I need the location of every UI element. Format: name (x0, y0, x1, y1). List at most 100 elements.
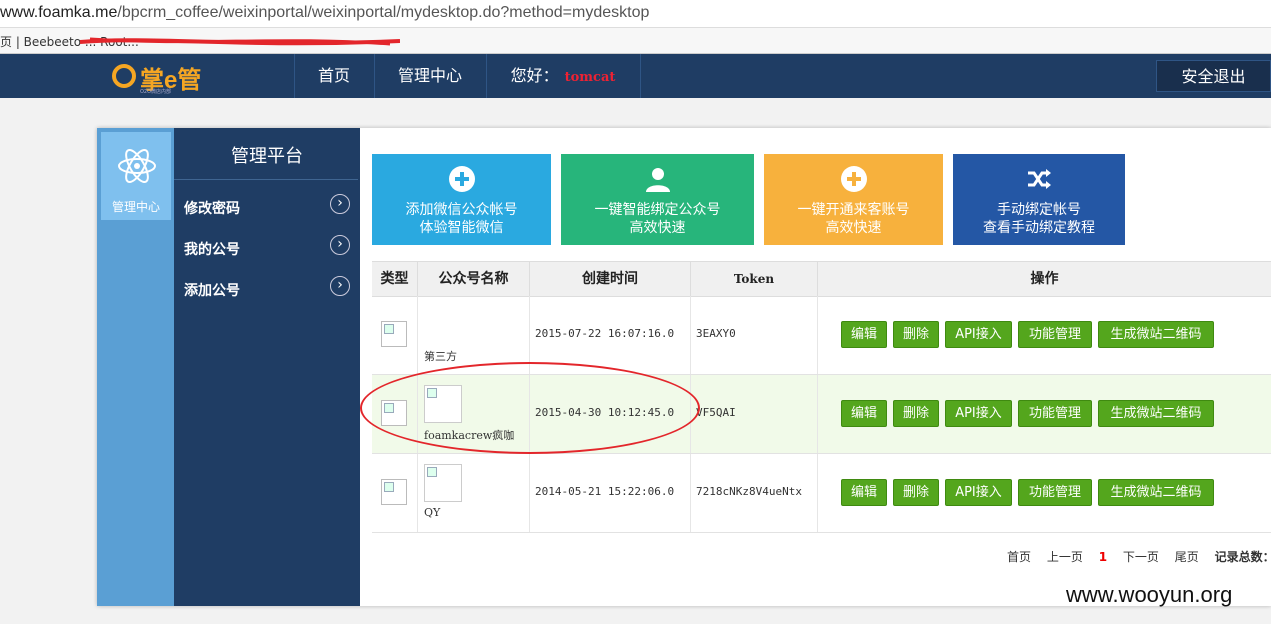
subnav-item-change-password[interactable]: 修改密码 › (184, 194, 350, 220)
subnav-item-label: 添加公号 (184, 283, 240, 299)
header-token: Token (691, 262, 818, 296)
generate-qrcode-button[interactable]: 生成微站二维码 (1098, 400, 1214, 427)
nav-admin-center[interactable]: 管理中心 (374, 54, 486, 98)
delete-button[interactable]: 删除 (893, 479, 939, 506)
pager-next[interactable]: 下一页 (1123, 550, 1159, 564)
edit-button[interactable]: 编辑 (841, 400, 887, 427)
broken-image-icon (381, 321, 407, 347)
chevron-right-icon: › (330, 276, 350, 296)
delete-button[interactable]: 删除 (893, 400, 939, 427)
logout-button[interactable]: 安全退出 (1156, 60, 1271, 92)
url-host: www.foamka.me (0, 4, 118, 21)
logo-subtitle: O2O微店内部 (140, 89, 172, 95)
edit-button[interactable]: 编辑 (841, 321, 887, 348)
subnav-divider (174, 179, 358, 180)
name-cell: QY (418, 454, 530, 532)
subnav-item-label: 修改密码 (184, 201, 240, 217)
url-text[interactable]: www.foamka.me/bpcrm_coffee/weixinportal/… (0, 4, 649, 22)
url-path: /bpcrm_coffee/weixinportal/weixinportal/… (117, 4, 650, 21)
api-access-button[interactable]: API接入 (945, 321, 1012, 348)
type-cell (372, 296, 418, 374)
site-logo[interactable]: 掌e管 O2O微店内部 (112, 62, 222, 95)
account-avatar (424, 464, 462, 502)
left-icon-bar: 管理中心 (97, 128, 174, 606)
main-panel: 管理中心 管理平台 修改密码 › 我的公号 › 添加公号 › 添加微信公众帐号 … (97, 128, 1271, 606)
tile-add-wechat-account[interactable]: 添加微信公众帐号 体验智能微信 (372, 154, 551, 245)
highlight-annotation (360, 362, 700, 454)
subnav-item-label: 我的公号 (184, 242, 240, 258)
created-time: 2015-07-22 16:07:16.0 (535, 327, 675, 340)
sidebar-item-label: 管理中心 (111, 200, 160, 214)
pager-total: 记录总数：3 (1214, 550, 1271, 564)
subnav-item-add-account[interactable]: 添加公号 › (184, 276, 350, 302)
feature-manage-button[interactable]: 功能管理 (1018, 400, 1092, 427)
created-cell: 2014-05-21 15:22:06.0 (530, 454, 691, 532)
tile-line1: 一键智能绑定公众号 (594, 202, 721, 218)
tile-line1: 添加微信公众帐号 (405, 202, 518, 218)
logo-mark-icon (112, 64, 136, 88)
actions-cell: 编辑 删除 API接入 功能管理 生成微站二维码 (818, 375, 1271, 453)
bookmarks-bar: 页 | Beebeeto ... Root... (0, 28, 1271, 54)
tile-bind-public-account[interactable]: 一键智能绑定公众号 高效快速 (561, 154, 754, 245)
feature-manage-button[interactable]: 功能管理 (1018, 479, 1092, 506)
token-value: 7218cNKz8V4ueNtx (696, 485, 802, 498)
account-name: 第三方 (424, 350, 457, 363)
token-value: VF5QAI (696, 406, 736, 419)
tile-line2: 高效快速 (629, 220, 686, 236)
header-created-time: 创建时间 (530, 262, 691, 296)
subnav-title: 管理平台 (231, 146, 303, 167)
sub-navigation: 管理平台 修改密码 › 我的公号 › 添加公号 › (174, 128, 360, 606)
tile-line2: 体验智能微信 (419, 220, 504, 236)
chevron-right-icon: › (330, 194, 350, 214)
type-cell (372, 454, 418, 532)
table-header: 类型 公众号名称 创建时间 Token 操作 (372, 261, 1271, 297)
pager-current[interactable]: 1 (1099, 550, 1107, 564)
tile-open-guest-account[interactable]: 一键开通来客账号 高效快速 (764, 154, 943, 245)
delete-button[interactable]: 删除 (893, 321, 939, 348)
shuffle-icon (1028, 169, 1051, 189)
generate-qrcode-button[interactable]: 生成微站二维码 (1098, 321, 1214, 348)
actions-cell: 编辑 删除 API接入 功能管理 生成微站二维码 (818, 296, 1271, 374)
token-value: 3EAXY0 (696, 327, 736, 340)
edit-button[interactable]: 编辑 (841, 479, 887, 506)
tile-line1: 手动绑定帐号 (997, 202, 1081, 218)
address-bar[interactable]: www.foamka.me/bpcrm_coffee/weixinportal/… (0, 0, 1271, 28)
api-access-button[interactable]: API接入 (945, 400, 1012, 427)
tile-line2: 高效快速 (825, 220, 882, 236)
header-type: 类型 (372, 262, 418, 296)
redaction-scribble (80, 37, 400, 46)
nav-home[interactable]: 首页 (294, 54, 374, 98)
table-row: QY 2014-05-21 15:22:06.0 7218cNKz8V4ueNt… (372, 454, 1271, 533)
tile-manual-bind[interactable]: 手动绑定帐号 查看手动绑定教程 (953, 154, 1125, 245)
username: tomcat (564, 70, 616, 85)
pager-last[interactable]: 尾页 (1175, 550, 1199, 564)
tile-line1: 一键开通来客账号 (797, 202, 910, 218)
pagination: 首页 上一页 1 下一页 尾页 记录总数：3 (1007, 548, 1271, 565)
user-icon (645, 168, 670, 192)
account-name: QY (424, 506, 441, 519)
user-greeting: 您好： tomcat (486, 54, 640, 98)
token-cell: 3EAXY0 (691, 296, 818, 374)
plus-circle-icon (448, 166, 475, 192)
feature-manage-button[interactable]: 功能管理 (1018, 321, 1092, 348)
chevron-right-icon: › (330, 235, 350, 255)
token-cell: VF5QAI (691, 375, 818, 453)
pager-prev[interactable]: 上一页 (1047, 550, 1083, 564)
tile-line2: 查看手动绑定教程 (983, 220, 1095, 236)
top-navigation: 掌e管 O2O微店内部 首页 管理中心 您好： tomcat 安全退出 (0, 54, 1271, 98)
created-time: 2014-05-21 15:22:06.0 (535, 485, 675, 498)
header-account-name: 公众号名称 (418, 262, 530, 296)
greeting-label: 您好： (510, 66, 559, 85)
sidebar-item-admin-center[interactable]: 管理中心 (101, 132, 171, 220)
token-cell: 7218cNKz8V4ueNtx (691, 454, 818, 532)
header-actions: 操作 (1030, 271, 1059, 287)
subnav-item-my-accounts[interactable]: 我的公号 › (184, 235, 350, 261)
actions-cell: 编辑 删除 API接入 功能管理 生成微站二维码 (818, 454, 1271, 532)
api-access-button[interactable]: API接入 (945, 479, 1012, 506)
watermark: www.wooyun.org (1066, 582, 1233, 607)
broken-image-icon (381, 479, 407, 505)
generate-qrcode-button[interactable]: 生成微站二维码 (1098, 479, 1214, 506)
nav-divider (640, 54, 641, 98)
plus-circle-icon (840, 166, 867, 192)
pager-first[interactable]: 首页 (1007, 550, 1031, 564)
